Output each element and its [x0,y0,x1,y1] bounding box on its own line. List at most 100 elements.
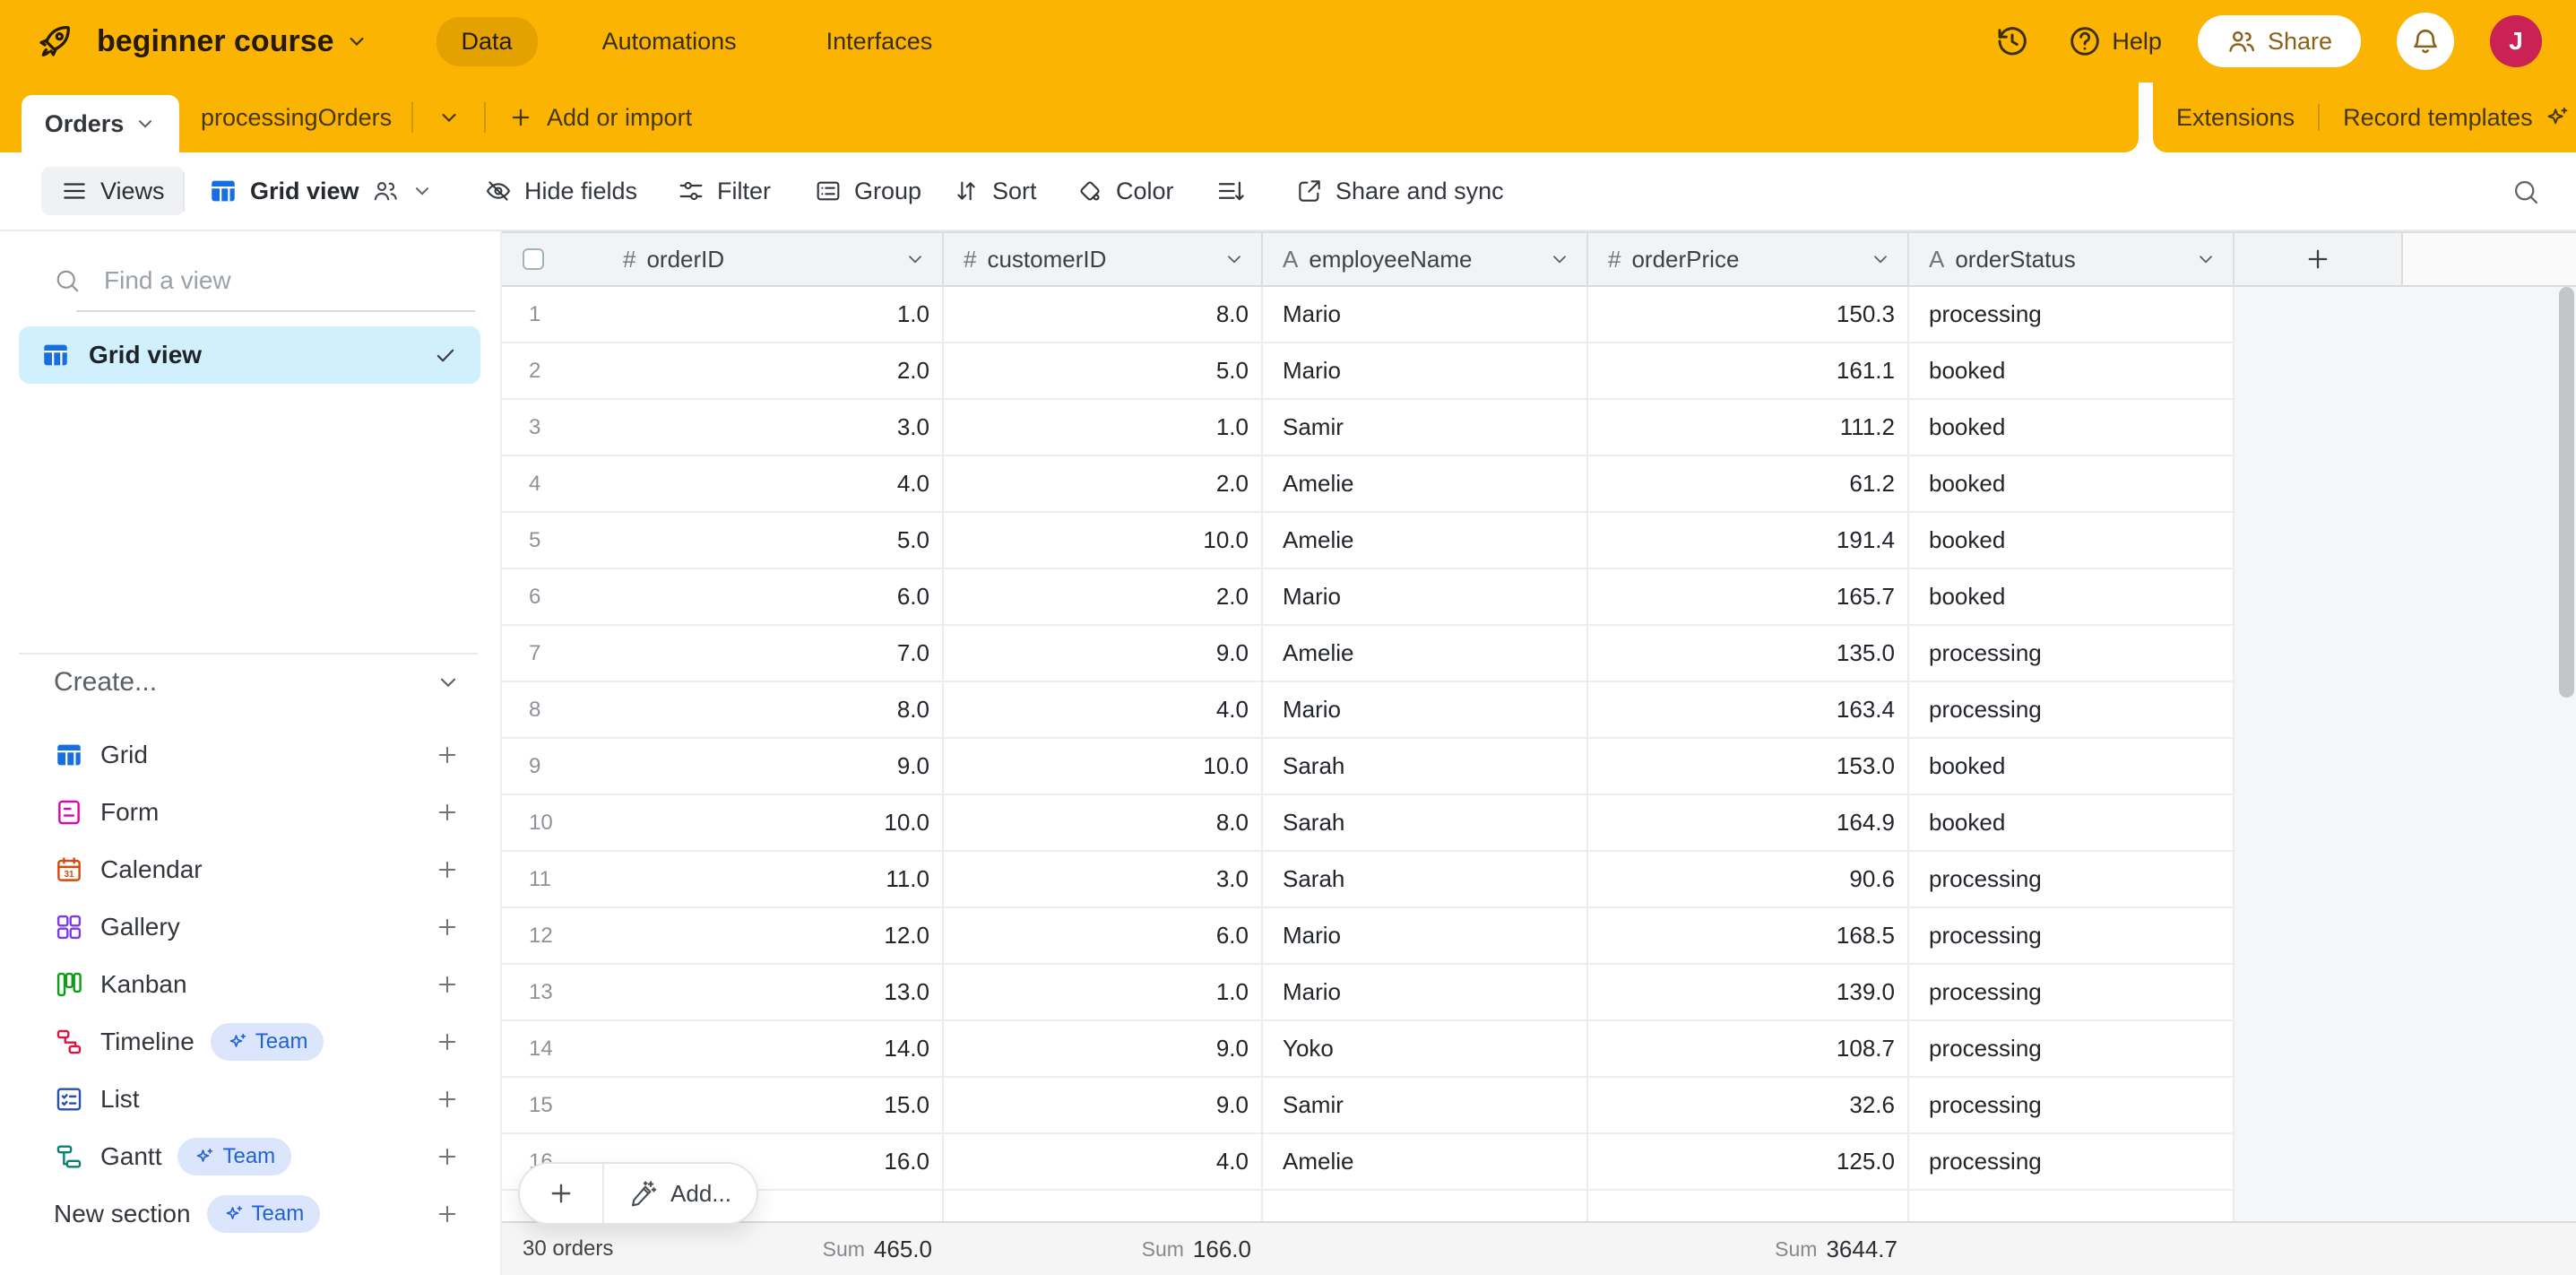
tab-interfaces[interactable]: Interfaces [801,17,958,66]
create-view-item[interactable]: Kanban [0,956,500,1013]
cell-orderPrice[interactable]: 139.0 [1588,965,1909,1021]
avatar[interactable]: J [2490,15,2542,67]
add-view-button[interactable] [434,799,461,826]
cell-employeeName[interactable]: Amelie [1263,513,1588,569]
cell-employeeName[interactable]: Mario [1263,287,1588,343]
create-view-item[interactable]: Grid [0,726,500,784]
tab-orders[interactable]: Orders [22,95,179,152]
cell-orderID[interactable]: 9 9.0 [502,739,944,795]
cell-employeeName[interactable]: Yoko [1263,1021,1588,1078]
cell-customerID[interactable]: 2.0 [944,456,1263,513]
cell-orderPrice[interactable]: 125.0 [1588,1134,1909,1191]
cell-orderPrice[interactable]: 90.6 [1588,852,1909,908]
tab-list-chevron-icon[interactable] [437,82,461,152]
cell-orderID[interactable]: 2 2.0 [502,343,944,400]
cell-orderID[interactable]: 8 8.0 [502,682,944,739]
add-view-button[interactable] [434,856,461,883]
rocket-logo-icon[interactable] [34,21,75,62]
cell-customerID[interactable]: 4.0 [944,682,1263,739]
column-header-orderStatus[interactable]: A orderStatus [1909,233,2235,287]
cell-employeeName[interactable]: Amelie [1263,626,1588,682]
search-icon[interactable] [2511,178,2540,206]
chevron-down-icon[interactable] [1549,248,1570,270]
cell-orderStatus[interactable]: processing [1909,965,2235,1021]
cell-orderID[interactable]: 7 7.0 [502,626,944,682]
column-header-customerID[interactable]: # customerID [944,233,1263,287]
history-icon[interactable] [1993,22,2031,60]
cell-customerID[interactable]: 9.0 [944,1078,1263,1134]
cell-orderID[interactable]: 6 6.0 [502,569,944,626]
notifications-button[interactable] [2397,13,2454,70]
hide-fields-button[interactable]: Hide fields [484,152,637,230]
create-view-item[interactable]: New section Team [0,1185,500,1243]
cell-orderPrice[interactable]: 168.5 [1588,908,1909,965]
summary-orderPrice[interactable]: Sum 3644.7 [1664,1223,1897,1275]
tab-data[interactable]: Data [437,17,538,66]
base-title[interactable]: beginner course [97,24,368,59]
cell-customerID[interactable]: 10.0 [944,513,1263,569]
cell-orderStatus[interactable]: booked [1909,569,2235,626]
add-record-button[interactable] [520,1178,602,1209]
cell-orderID[interactable]: 15 15.0 [502,1078,944,1134]
cell-orderPrice[interactable]: 161.1 [1588,343,1909,400]
column-header-orderPrice[interactable]: # orderPrice [1588,233,1909,287]
add-view-button[interactable] [434,1086,461,1113]
add-view-button[interactable] [434,1201,461,1227]
find-a-view-input[interactable] [104,266,473,295]
cell-employeeName[interactable]: Mario [1263,343,1588,400]
share-and-sync-button[interactable]: Share and sync [1295,152,1504,230]
create-view-item[interactable]: Form [0,784,500,841]
cell-employeeName[interactable]: Samir [1263,400,1588,456]
cell-employeeName[interactable]: Sarah [1263,852,1588,908]
column-header-orderID[interactable]: # orderID [502,233,944,287]
cell-orderPrice[interactable]: 163.4 [1588,682,1909,739]
cell-employeeName[interactable]: Sarah [1263,795,1588,852]
cell-orderPrice[interactable]: 32.6 [1588,1078,1909,1134]
cell-orderID[interactable]: 5 5.0 [502,513,944,569]
add-view-button[interactable] [434,1028,461,1055]
cell-orderID[interactable]: 1 1.0 [502,287,944,343]
cell-orderPrice[interactable]: 165.7 [1588,569,1909,626]
help-button[interactable]: Help [2067,23,2162,59]
cell-orderPrice[interactable]: 111.2 [1588,400,1909,456]
add-view-button[interactable] [434,1143,461,1170]
cell[interactable] [1588,1191,1909,1221]
cell-employeeName[interactable]: Mario [1263,908,1588,965]
cell-orderStatus[interactable]: processing [1909,1134,2235,1191]
cell-orderStatus[interactable]: processing [1909,1021,2235,1078]
views-button[interactable]: Views [41,167,185,215]
cell-orderID[interactable]: 4 4.0 [502,456,944,513]
add-view-button[interactable] [434,971,461,998]
cell-orderPrice[interactable]: 191.4 [1588,513,1909,569]
cell-orderID[interactable]: 11 11.0 [502,852,944,908]
create-view-item[interactable]: List [0,1071,500,1128]
cell-orderID[interactable]: 14 14.0 [502,1021,944,1078]
tab-processing-orders[interactable]: processingOrders [201,82,392,152]
view-switcher[interactable]: Grid view [208,152,433,230]
extensions-button[interactable]: Extensions [2176,104,2295,132]
add-field-button[interactable] [2235,233,2403,287]
chevron-down-icon[interactable] [2195,248,2217,270]
cell-orderID[interactable]: 10 10.0 [502,795,944,852]
vertical-scrollbar[interactable] [2559,287,2574,698]
cell-orderStatus[interactable]: processing [1909,287,2235,343]
create-section-header[interactable]: Create... [54,667,461,698]
cell-orderID[interactable]: 13 13.0 [502,965,944,1021]
magic-add-button[interactable]: Add... [604,1179,756,1208]
cell-employeeName[interactable]: Amelie [1263,456,1588,513]
cell-orderPrice[interactable]: 135.0 [1588,626,1909,682]
chevron-down-icon[interactable] [1223,248,1245,270]
cell[interactable] [1263,1191,1588,1221]
cell-orderStatus[interactable]: processing [1909,1078,2235,1134]
cell-employeeName[interactable]: Mario [1263,965,1588,1021]
add-or-import-button[interactable]: Add or import [507,82,692,152]
cell-orderStatus[interactable]: processing [1909,682,2235,739]
cell-customerID[interactable]: 3.0 [944,852,1263,908]
chevron-down-icon[interactable] [904,248,926,270]
group-button[interactable]: Group [814,152,921,230]
cell-orderStatus[interactable]: processing [1909,852,2235,908]
add-view-button[interactable] [434,914,461,941]
cell-orderStatus[interactable]: processing [1909,908,2235,965]
cell[interactable] [1909,1191,2235,1221]
create-view-item[interactable]: Gantt Team [0,1128,500,1185]
